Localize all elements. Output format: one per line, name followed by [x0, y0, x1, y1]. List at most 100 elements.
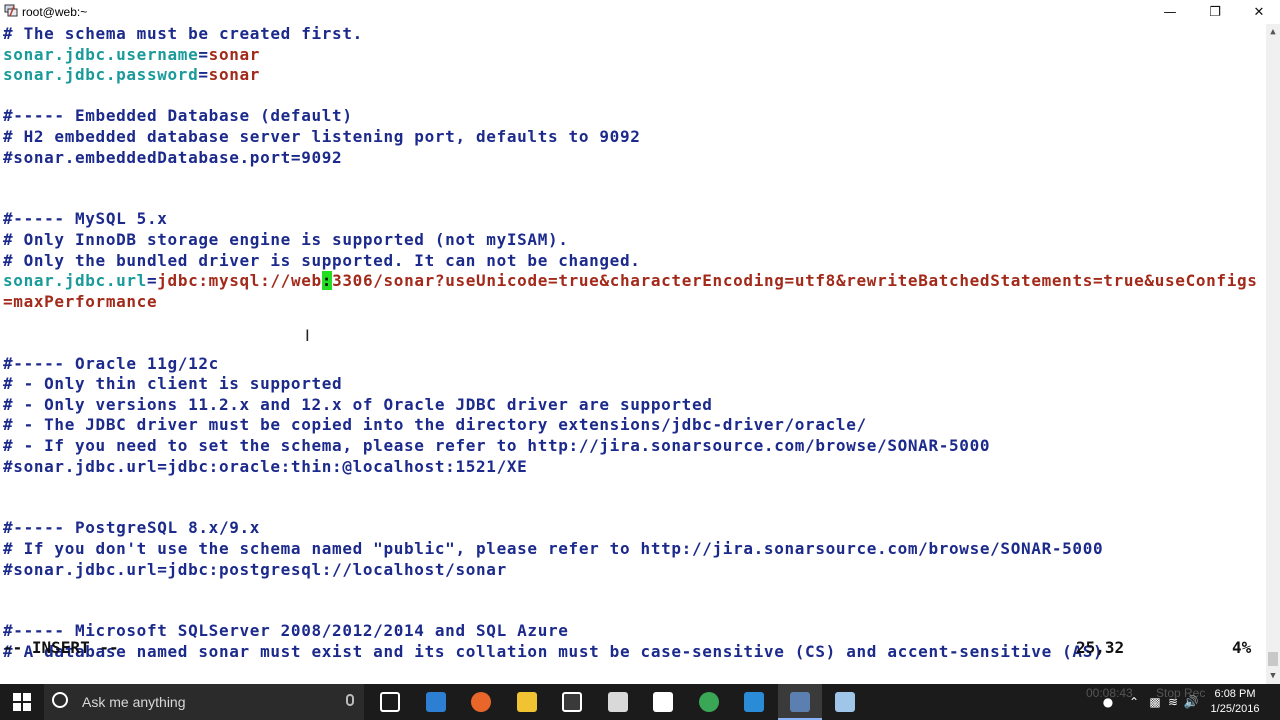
code-token: # H2 embedded database server listening … — [3, 127, 641, 146]
start-button[interactable] — [0, 684, 44, 720]
media-icon — [607, 692, 628, 712]
clock[interactable]: 6:08 PM 1/25/2016 — [1204, 684, 1266, 720]
show-hidden-icons[interactable]: ⌃ — [1124, 684, 1144, 720]
code-line: #----- MySQL 5.x — [3, 209, 168, 230]
taskbar-putty[interactable] — [777, 684, 822, 720]
app-s-icon — [653, 692, 673, 712]
minimize-icon: — — [1163, 4, 1177, 20]
code-line: sonar.jdbc.password=sonar — [3, 65, 260, 86]
wifi-icon[interactable]: ≋ — [1164, 684, 1182, 720]
code-token: # - Only versions 11.2.x and 12.x of Ora… — [3, 394, 713, 414]
terminal-editor[interactable]: # The schema must be created first. sonar… — [0, 24, 1266, 684]
code-line: # - Only thin client is supported — [3, 374, 342, 395]
code-token: # If you don't use the schema named "pub… — [3, 539, 1104, 558]
taskbar-notepad[interactable] — [823, 684, 867, 720]
taskbar-store[interactable] — [550, 684, 594, 720]
taskbar-app-s[interactable] — [641, 684, 685, 720]
taskbar-firefox[interactable] — [459, 684, 503, 720]
scroll-up-icon[interactable]: ▲ — [1266, 24, 1280, 40]
taskbar-edge[interactable] — [414, 684, 458, 720]
code-line: =maxPerformance — [3, 292, 157, 313]
code-token: =maxPerformance — [3, 291, 158, 311]
edge-icon — [425, 692, 446, 712]
code-token: # - The JDBC driver must be copied into … — [3, 415, 867, 435]
code-line: # - The JDBC driver must be copied into … — [3, 415, 867, 436]
window-title: root@web:~ — [22, 5, 88, 19]
code-token: #sonar.jdbc.url=jdbc:oracle:thin:@localh… — [3, 456, 528, 476]
taskbar-chrome[interactable] — [687, 684, 731, 720]
code-token: #----- Oracle 11g/12c — [3, 353, 219, 373]
code-token: #sonar.embeddedDatabase.port=9092 — [3, 147, 343, 167]
code-token: jdbc:mysql://web — [157, 271, 322, 291]
cursor-position: 25,32 — [1076, 638, 1125, 657]
taskbar-file-explorer[interactable] — [505, 684, 549, 720]
code-line: #sonar.jdbc.url=jdbc:oracle:thin:@localh… — [3, 457, 527, 478]
code-token: # Only the bundled driver is supported. … — [3, 250, 641, 270]
firefox-icon — [471, 692, 491, 712]
scroll-thumb[interactable] — [1268, 652, 1278, 666]
maximize-button[interactable]: ❐ — [1192, 0, 1238, 24]
taskbar: Ask me anything 00:08:43 Stop Rec ● ⌃ ▩ … — [0, 684, 1280, 720]
task-view-icon — [380, 692, 400, 712]
code-token: sonar.jdbc.url — [3, 271, 147, 291]
code-line: # H2 embedded database server listening … — [3, 127, 641, 148]
clock-date: 1/25/2016 — [1210, 703, 1260, 715]
windows-icon — [13, 693, 31, 711]
file-percent: 4% — [1232, 638, 1252, 657]
code-token: # The schema must be created first. — [3, 24, 363, 43]
code-token: sonar — [208, 65, 261, 85]
mail-icon — [744, 692, 764, 712]
vertical-scrollbar[interactable]: ▲ ▼ — [1266, 24, 1280, 684]
code-token: = — [198, 65, 209, 85]
code-token: = — [198, 44, 209, 64]
network-icon[interactable]: ▩ — [1146, 684, 1164, 720]
minimize-button[interactable]: — — [1147, 0, 1193, 24]
search-placeholder: Ask me anything — [82, 694, 186, 710]
code-token: #----- Embedded Database (default) — [3, 106, 353, 126]
code-line: # The schema must be created first. — [3, 24, 363, 45]
code-token: #sonar.jdbc.url=jdbc:postgresql://localh… — [3, 559, 507, 579]
code-token: sonar — [208, 44, 261, 64]
code-token: # - If you need to set the schema, pleas… — [3, 436, 991, 455]
microphone-icon[interactable] — [346, 694, 354, 706]
file-explorer-icon — [516, 692, 537, 712]
people-icon[interactable]: ● — [1098, 684, 1118, 720]
notepad-icon — [835, 692, 855, 712]
code-token: #----- PostgreSQL 8.x/9.x — [3, 518, 261, 538]
taskbar-task-view[interactable] — [368, 684, 412, 720]
code-line: sonar.jdbc.url=jdbc:mysql://web:3306/son… — [3, 271, 1258, 292]
code-token: # Only InnoDB storage engine is supporte… — [3, 230, 569, 249]
text-cursor: : — [321, 271, 333, 291]
code-line: sonar.jdbc.username=sonar — [3, 45, 260, 66]
cortana-icon — [52, 692, 68, 708]
code-line: #----- PostgreSQL 8.x/9.x — [3, 518, 260, 539]
close-button[interactable]: ✕ — [1236, 0, 1280, 24]
code-line: #sonar.embeddedDatabase.port=9092 — [3, 148, 342, 169]
store-icon — [562, 692, 582, 712]
code-token: 3306/sonar?useUnicode=true&characterEnco… — [332, 271, 1258, 291]
code-line: #----- Oracle 11g/12c — [3, 354, 219, 375]
volume-icon[interactable]: 🔊 — [1182, 684, 1200, 720]
code-token: sonar.jdbc.username — [3, 44, 199, 64]
putty-icon — [789, 692, 810, 712]
mode-indicator: -- INSERT -- — [3, 638, 119, 657]
code-token: = — [146, 271, 158, 291]
text-cursor-icon: I — [305, 326, 310, 345]
taskbar-media[interactable] — [596, 684, 640, 720]
putty-icon — [4, 4, 18, 17]
clock-time: 6:08 PM — [1214, 688, 1256, 700]
code-token: # - Only thin client is supported — [3, 374, 343, 394]
title-bar: root@web:~ — ❐ ✕ — [0, 0, 1280, 24]
chrome-icon — [698, 692, 719, 712]
code-token: # A database named sonar must exist and … — [3, 642, 1104, 661]
code-line: # - Only versions 11.2.x and 12.x of Ora… — [3, 395, 713, 416]
close-icon: ✕ — [1253, 4, 1265, 20]
scroll-down-icon[interactable]: ▼ — [1266, 668, 1280, 684]
taskbar-mail[interactable] — [732, 684, 776, 720]
code-line: # - If you need to set the schema, pleas… — [3, 436, 990, 457]
restore-icon: ❐ — [1209, 4, 1221, 20]
code-line: #----- Embedded Database (default) — [3, 106, 353, 127]
code-line: # If you don't use the schema named "pub… — [3, 539, 1103, 560]
code-line: # A database named sonar must exist and … — [3, 642, 1103, 663]
cortana-search[interactable]: Ask me anything — [44, 684, 364, 720]
